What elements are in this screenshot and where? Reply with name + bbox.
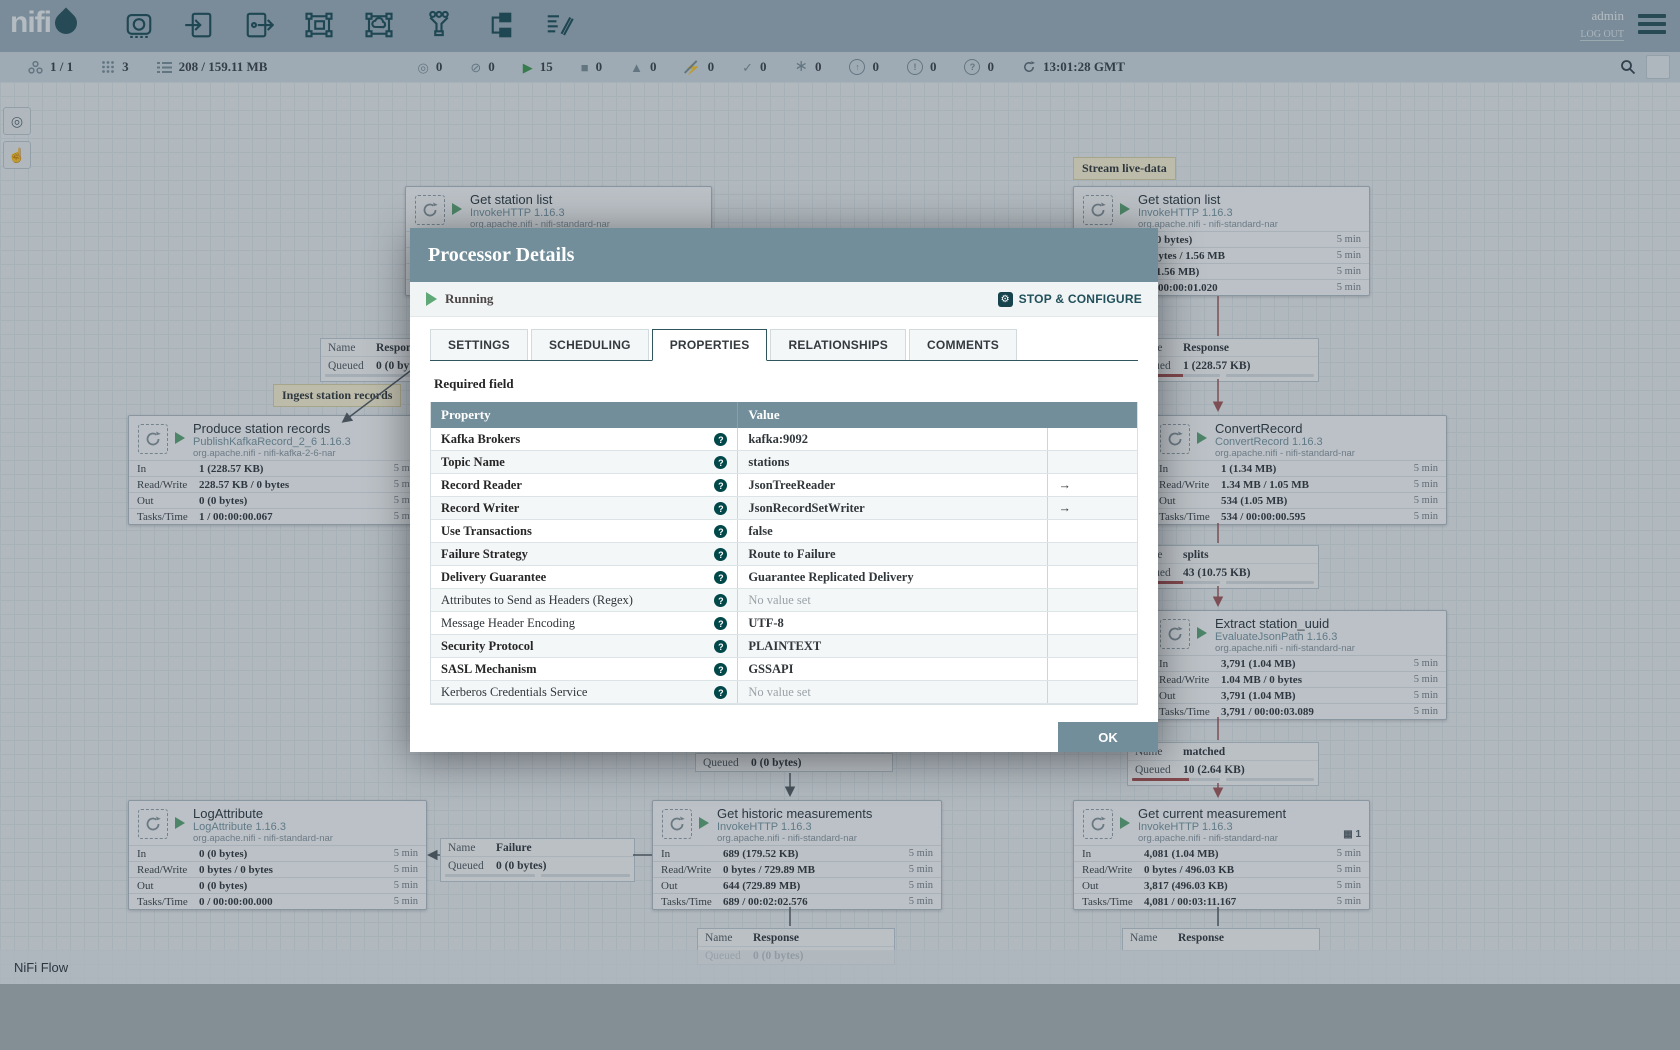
property-name: Kafka Brokers <box>441 431 521 446</box>
properties-table: Property Value Kafka Brokers? kafka:9092… <box>430 402 1138 705</box>
property-row[interactable]: Record Writer? JsonRecordSetWriter → <box>431 496 1137 520</box>
property-value[interactable]: JsonRecordSetWriter <box>737 496 1048 520</box>
tab-comments[interactable]: COMMENTS <box>909 329 1017 360</box>
help-icon[interactable]: ? <box>714 640 728 653</box>
help-icon[interactable]: ? <box>714 456 728 469</box>
property-value[interactable]: GSSAPI <box>737 657 1048 681</box>
required-field-label: Required field <box>434 376 514 391</box>
property-value[interactable]: UTF-8 <box>737 611 1048 635</box>
property-name: Failure Strategy <box>441 546 528 561</box>
dialog-title: Processor Details <box>428 243 575 266</box>
property-value[interactable]: PLAINTEXT <box>737 634 1048 658</box>
ok-button[interactable]: OK <box>1058 722 1158 752</box>
property-name: Security Protocol <box>441 638 534 653</box>
property-row[interactable]: SASL Mechanism? GSSAPI <box>431 657 1137 681</box>
property-name: Message Header Encoding <box>441 615 575 630</box>
column-header-property: Property <box>431 402 738 428</box>
dialog-tabs: SETTINGS SCHEDULING PROPERTIES RELATIONS… <box>430 329 1138 361</box>
property-name: Kerberos Credentials Service <box>441 684 588 699</box>
property-name: SASL Mechanism <box>441 661 537 676</box>
go-to-service-icon[interactable]: → <box>1058 501 1071 515</box>
property-value[interactable]: Route to Failure <box>737 542 1048 566</box>
property-name: Topic Name <box>441 454 505 469</box>
property-name: Attributes to Send as Headers (Regex) <box>441 592 633 607</box>
property-row[interactable]: Record Reader? JsonTreeReader → <box>431 473 1137 497</box>
property-value[interactable]: false <box>737 519 1048 543</box>
property-value[interactable]: Guarantee Replicated Delivery <box>737 565 1048 589</box>
property-name: Record Reader <box>441 477 522 492</box>
dialog-header: Processor Details <box>410 228 1158 282</box>
running-play-icon <box>426 292 437 306</box>
property-value[interactable]: No value set <box>748 685 810 699</box>
run-status-label: Running <box>445 291 494 306</box>
help-icon[interactable]: ? <box>714 502 728 515</box>
property-row[interactable]: Attributes to Send as Headers (Regex)? N… <box>431 588 1137 612</box>
property-row[interactable]: Topic Name? stations <box>431 450 1137 474</box>
property-row[interactable]: Kerberos Credentials Service? No value s… <box>431 680 1137 704</box>
property-row[interactable]: Use Transactions? false <box>431 519 1137 543</box>
property-value[interactable]: JsonTreeReader <box>737 473 1048 497</box>
tab-properties[interactable]: PROPERTIES <box>651 329 768 361</box>
property-name: Record Writer <box>441 500 520 515</box>
property-row[interactable]: Message Header Encoding? UTF-8 <box>431 611 1137 635</box>
help-icon[interactable]: ? <box>714 525 728 538</box>
property-row[interactable]: Failure Strategy? Route to Failure <box>431 542 1137 566</box>
stop-and-configure-button[interactable]: ⚙ STOP & CONFIGURE <box>997 291 1142 307</box>
dialog-status-row: Running ⚙ STOP & CONFIGURE <box>410 282 1158 317</box>
property-name: Delivery Guarantee <box>441 569 547 584</box>
property-value[interactable]: No value set <box>748 593 810 607</box>
help-icon[interactable]: ? <box>714 686 728 699</box>
property-value[interactable]: stations <box>737 450 1048 474</box>
help-icon[interactable]: ? <box>714 433 728 446</box>
tab-scheduling[interactable]: SCHEDULING <box>530 329 649 360</box>
help-icon[interactable]: ? <box>714 663 728 676</box>
help-icon[interactable]: ? <box>714 548 728 561</box>
help-icon[interactable]: ? <box>714 594 728 607</box>
help-icon[interactable]: ? <box>714 617 728 630</box>
column-header-value: Value <box>737 402 1048 428</box>
property-name: Use Transactions <box>441 523 532 538</box>
property-row[interactable]: Security Protocol? PLAINTEXT <box>431 634 1137 658</box>
property-row[interactable]: Kafka Brokers? kafka:9092 <box>431 428 1137 451</box>
tab-relationships[interactable]: RELATIONSHIPS <box>770 329 907 360</box>
processor-details-dialog: Processor Details Running ⚙ STOP & CONFI… <box>410 228 1158 752</box>
property-row[interactable]: Delivery Guarantee? Guarantee Replicated… <box>431 565 1137 589</box>
property-row[interactable]: Kerberos User Service? No value set <box>431 703 1137 704</box>
property-value[interactable]: kafka:9092 <box>737 428 1048 451</box>
gear-stop-icon: ⚙ <box>997 291 1013 307</box>
help-icon[interactable]: ? <box>714 479 728 492</box>
go-to-service-icon[interactable]: → <box>1058 478 1071 492</box>
tab-settings[interactable]: SETTINGS <box>430 329 528 360</box>
help-icon[interactable]: ? <box>714 571 728 584</box>
